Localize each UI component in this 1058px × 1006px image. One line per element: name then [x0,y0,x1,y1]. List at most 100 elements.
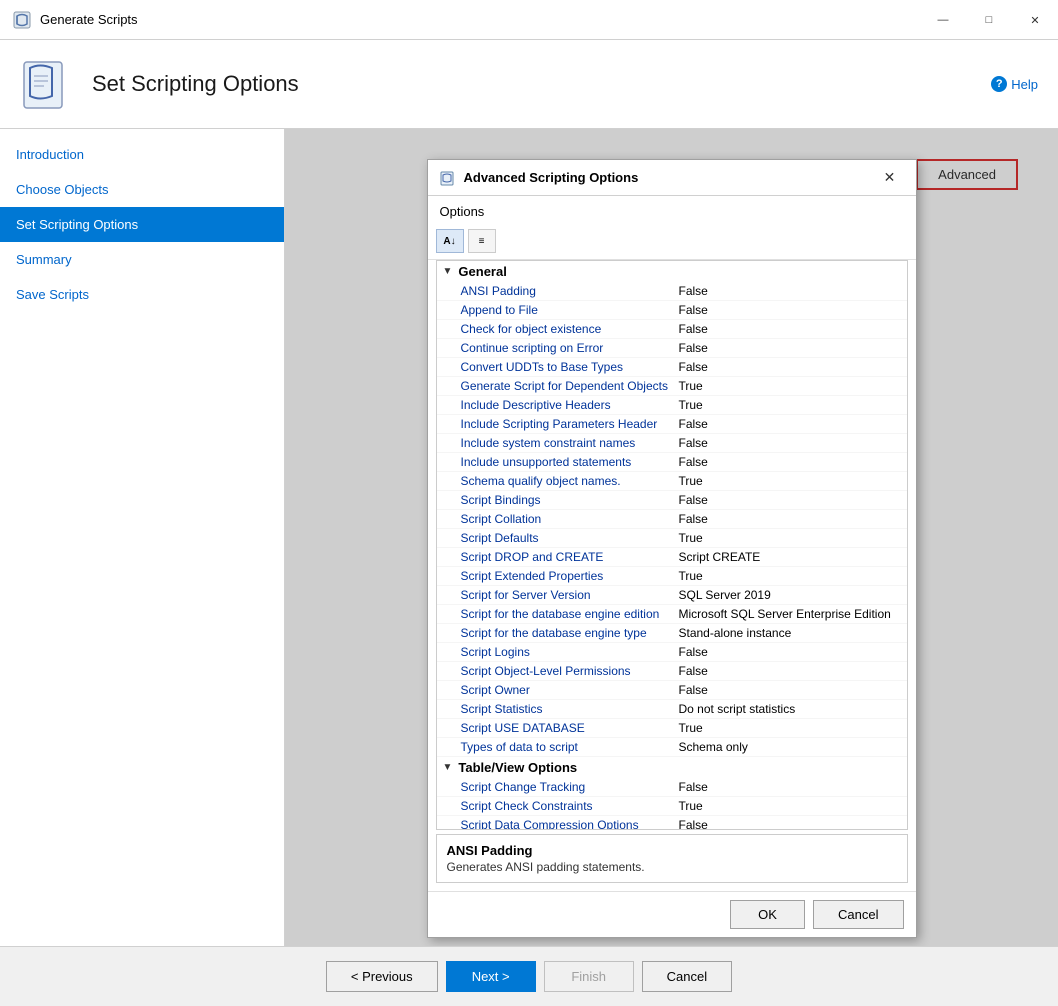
cancel-bottom-button[interactable]: Cancel [642,961,732,992]
advanced-scripting-options-dialog: Advanced Scripting Options ✕ Options A↓ … [427,159,917,938]
page-title: Set Scripting Options [92,71,299,97]
option-row[interactable]: Include system constraint namesFalse [437,434,907,453]
modal-title-bar: Advanced Scripting Options ✕ [428,160,916,196]
option-row[interactable]: Include Scripting Parameters HeaderFalse [437,415,907,434]
option-row[interactable]: Script for the database engine typeStand… [437,624,907,643]
description-area: ANSI Padding Generates ANSI padding stat… [436,834,908,883]
cancel-button[interactable]: Cancel [813,900,903,929]
sort-az-button[interactable]: A↓ [436,229,464,253]
option-row[interactable]: Script USE DATABASETrue [437,719,907,738]
options-label: Options [428,196,916,223]
option-row[interactable]: Script StatisticsDo not script statistic… [437,700,907,719]
option-name: Script Defaults [461,531,679,545]
option-name: Include system constraint names [461,436,679,450]
option-row[interactable]: Include unsupported statementsFalse [437,453,907,472]
option-value: False [679,512,899,526]
option-name: Convert UDDTs to Base Types [461,360,679,374]
option-name: Script DROP and CREATE [461,550,679,564]
option-row[interactable]: Script DROP and CREATEScript CREATE [437,548,907,567]
option-row[interactable]: Script DefaultsTrue [437,529,907,548]
option-value: True [679,474,899,488]
option-row[interactable]: Script OwnerFalse [437,681,907,700]
sidebar-item-choose-objects[interactable]: Choose Objects [0,172,284,207]
option-name: Script for the database engine edition [461,607,679,621]
option-value: Stand-alone instance [679,626,899,640]
option-value: False [679,436,899,450]
option-name: Script Logins [461,645,679,659]
body: Introduction Choose Objects Set Scriptin… [0,129,1058,946]
table-view-chevron-icon: ▼ [443,762,453,773]
sidebar: Introduction Choose Objects Set Scriptin… [0,129,285,946]
table-view-section-header[interactable]: ▼ Table/View Options [437,757,907,778]
option-value: False [679,417,899,431]
option-value: Schema only [679,740,899,754]
option-row[interactable]: Check for object existenceFalse [437,320,907,339]
title-bar-text: Generate Scripts [40,12,138,27]
header: Set Scripting Options ? Help [0,40,1058,129]
option-value: True [679,379,899,393]
option-value: Do not script statistics [679,702,899,716]
option-row[interactable]: Continue scripting on ErrorFalse [437,339,907,358]
maximize-button[interactable]: □ [966,0,1012,40]
option-name: Script Data Compression Options [461,818,679,830]
option-row[interactable]: Script for the database engine editionMi… [437,605,907,624]
option-row[interactable]: Include Descriptive HeadersTrue [437,396,907,415]
option-value: False [679,683,899,697]
next-button[interactable]: Next > [446,961,536,992]
option-row[interactable]: Schema qualify object names.True [437,472,907,491]
option-value: False [679,341,899,355]
option-row[interactable]: Script LoginsFalse [437,643,907,662]
option-value: False [679,493,899,507]
sidebar-item-save-scripts[interactable]: Save Scripts [0,277,284,312]
option-name: Script Change Tracking [461,780,679,794]
categorized-button[interactable]: ≡ [468,229,496,253]
option-name: Script Owner [461,683,679,697]
option-name: Append to File [461,303,679,317]
option-row[interactable]: Script Object-Level PermissionsFalse [437,662,907,681]
option-row[interactable]: ANSI PaddingFalse [437,282,907,301]
option-name: Continue scripting on Error [461,341,679,355]
option-row[interactable]: Script BindingsFalse [437,491,907,510]
modal-title-icon [440,170,456,186]
title-bar: Generate Scripts — □ ✕ [0,0,1058,40]
option-value: True [679,531,899,545]
sidebar-item-set-scripting-options[interactable]: Set Scripting Options [0,207,284,242]
options-list[interactable]: ▼ General ANSI PaddingFalseAppend to Fil… [436,260,908,830]
option-value: False [679,360,899,374]
general-chevron-icon: ▼ [443,266,453,277]
option-value: False [679,455,899,469]
sidebar-item-summary[interactable]: Summary [0,242,284,277]
close-button[interactable]: ✕ [1012,0,1058,40]
bottom-bar: < Previous Next > Finish Cancel [0,946,1058,1006]
option-row[interactable]: Script CollationFalse [437,510,907,529]
ok-button[interactable]: OK [730,900,805,929]
option-name: Script USE DATABASE [461,721,679,735]
option-row[interactable]: Script for Server VersionSQL Server 2019 [437,586,907,605]
option-row[interactable]: Append to FileFalse [437,301,907,320]
option-value: False [679,303,899,317]
modal-buttons: OK Cancel [428,891,916,937]
previous-button[interactable]: < Previous [326,961,438,992]
finish-button[interactable]: Finish [544,961,634,992]
sidebar-item-introduction[interactable]: Introduction [0,137,284,172]
option-row[interactable]: Convert UDDTs to Base TypesFalse [437,358,907,377]
title-bar-controls: — □ ✕ [920,0,1058,40]
option-name: Check for object existence [461,322,679,336]
option-row[interactable]: Script Check ConstraintsTrue [437,797,907,816]
modal-close-button[interactable]: ✕ [876,164,904,192]
option-row[interactable]: Script Extended PropertiesTrue [437,567,907,586]
content-area: Advanced Advanced Scripting Options ✕ [285,129,1058,946]
minimize-button[interactable]: — [920,0,966,40]
option-name: Script Collation [461,512,679,526]
option-name: Types of data to script [461,740,679,754]
option-name: Script for the database engine type [461,626,679,640]
option-value: False [679,780,899,794]
option-row[interactable]: Script Change TrackingFalse [437,778,907,797]
help-link[interactable]: ? Help [991,76,1038,92]
description-text: Generates ANSI padding statements. [447,860,897,874]
option-row[interactable]: Types of data to scriptSchema only [437,738,907,757]
general-section-header[interactable]: ▼ General [437,261,907,282]
option-row[interactable]: Script Data Compression OptionsFalse [437,816,907,830]
option-row[interactable]: Generate Script for Dependent ObjectsTru… [437,377,907,396]
option-name: ANSI Padding [461,284,679,298]
